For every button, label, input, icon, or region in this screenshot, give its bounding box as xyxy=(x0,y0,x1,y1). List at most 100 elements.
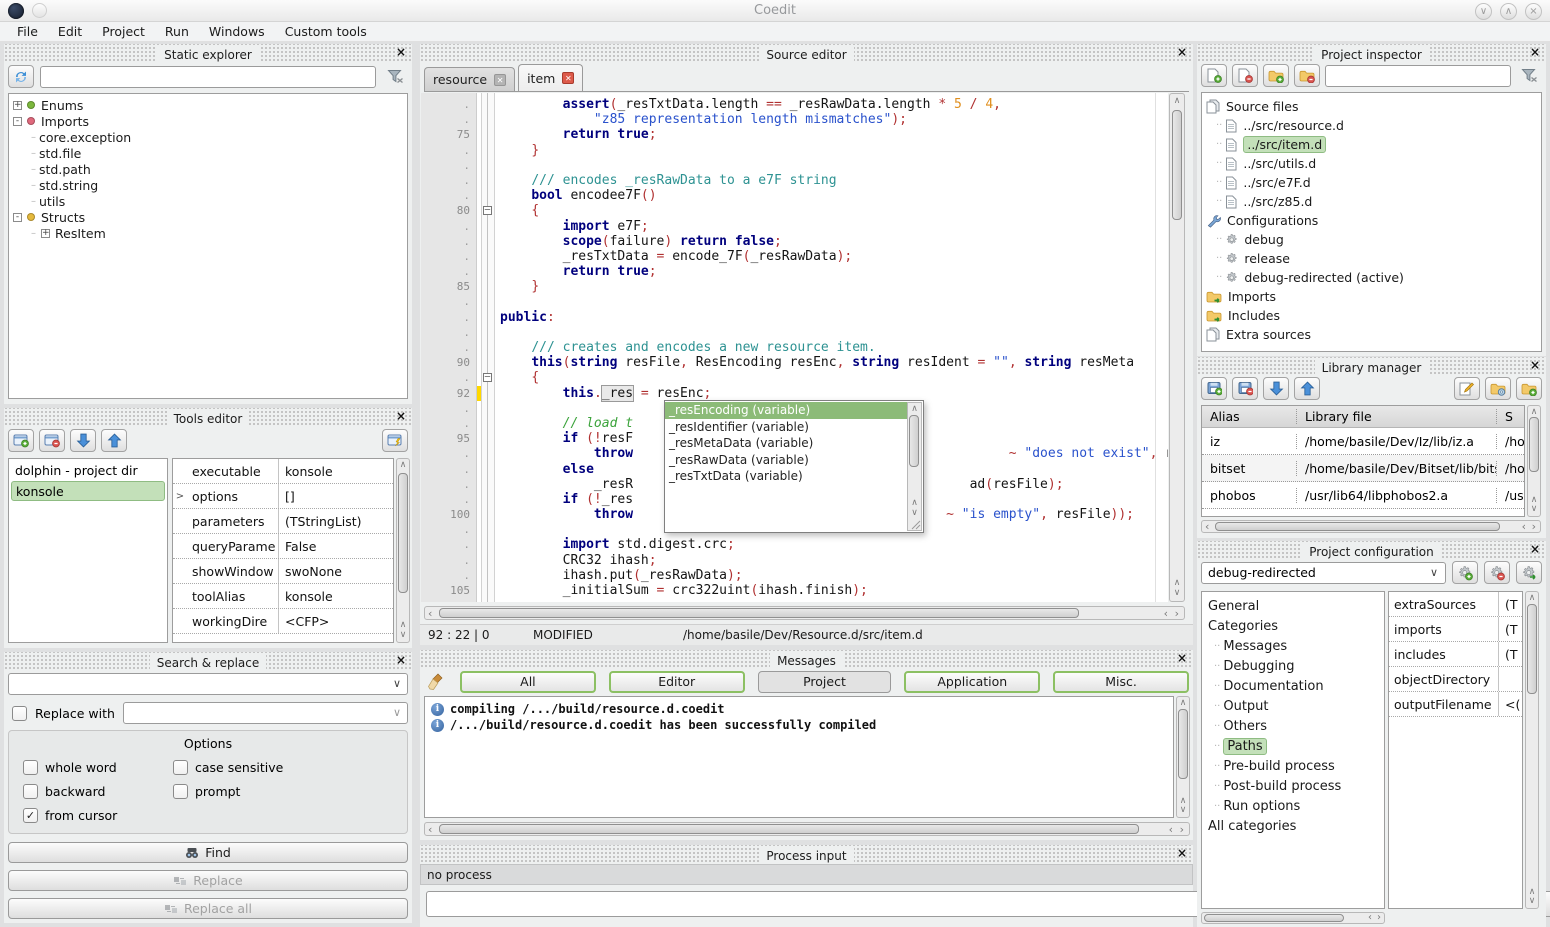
tool-property-row[interactable]: executablekonsole xyxy=(173,459,393,484)
property-value[interactable]: <( xyxy=(1499,697,1522,712)
property-value[interactable]: <CFP> xyxy=(279,614,393,629)
project-tree-item[interactable]: ··../src/z85.d xyxy=(1206,192,1541,211)
completion-item[interactable]: _resIdentifier (variable) xyxy=(665,419,907,436)
library-hscrollbar[interactable]: ‹ ‹› xyxy=(1201,520,1541,533)
close-panel-icon[interactable]: × xyxy=(1530,541,1540,558)
inspector-filter-input[interactable] xyxy=(1325,65,1511,87)
project-tree-item[interactable]: Imports xyxy=(1206,287,1541,306)
project-tree-item[interactable]: Configurations xyxy=(1206,211,1541,230)
tab-item[interactable]: item✕ xyxy=(518,64,583,91)
property-value[interactable]: swoNone xyxy=(279,564,393,579)
tree-item-core-exception[interactable]: –core.exception xyxy=(13,129,407,145)
tab-resource[interactable]: resource✕ xyxy=(424,67,515,91)
filter-button-application[interactable]: Application xyxy=(904,671,1040,693)
messages-hscrollbar[interactable]: ‹ ‹› xyxy=(424,822,1190,836)
configuration-select[interactable]: debug-redirected∨ xyxy=(1201,562,1446,584)
completion-item[interactable]: _resEncoding (variable) xyxy=(665,402,907,419)
project-tree-item[interactable]: Includes xyxy=(1206,306,1541,325)
run-tool-button[interactable] xyxy=(382,429,408,452)
tree-item-imports[interactable]: -Imports xyxy=(13,113,407,129)
library-row[interactable]: bitset/home/basile/Dev/Bitset/lib/bitse/… xyxy=(1202,455,1524,482)
checkbox-icon[interactable] xyxy=(23,784,38,799)
move-library-down-button[interactable] xyxy=(1263,377,1289,400)
option-prompt[interactable]: prompt xyxy=(173,784,407,799)
move-library-up-button[interactable] xyxy=(1294,377,1320,400)
project-tree-item[interactable]: ··../src/utils.d xyxy=(1206,154,1541,173)
menu-edit[interactable]: Edit xyxy=(49,23,91,40)
config-tree-item[interactable]: ··Run options xyxy=(1208,796,1384,816)
property-value[interactable]: False xyxy=(279,539,393,554)
minimize-icon[interactable]: ∨ xyxy=(1475,3,1492,20)
project-tree-item[interactable]: ··release xyxy=(1206,249,1541,268)
editor-hscrollbar[interactable]: ‹ ‹› xyxy=(424,606,1185,620)
close-panel-icon[interactable]: × xyxy=(1177,845,1187,862)
config-tree-item[interactable]: ··Debugging xyxy=(1208,656,1384,676)
config-property-row[interactable]: includes(T xyxy=(1389,642,1522,667)
checkbox-icon[interactable] xyxy=(23,760,38,775)
tools-list-item[interactable]: konsole xyxy=(11,481,165,501)
tree-item-structs[interactable]: -Structs xyxy=(13,209,407,225)
collapse-icon[interactable]: - xyxy=(13,117,22,126)
refresh-button[interactable] xyxy=(8,65,34,88)
config-tree-item[interactable]: General xyxy=(1208,596,1384,616)
remove-configuration-button[interactable] xyxy=(1484,561,1510,584)
edit-library-button[interactable] xyxy=(1454,377,1480,400)
config-vscrollbar[interactable]: ∧ ∧∨ xyxy=(1525,591,1539,909)
option-whole-word[interactable]: whole word xyxy=(23,760,173,775)
remove-library-button[interactable] xyxy=(1232,377,1258,400)
property-value[interactable]: [] xyxy=(279,489,393,504)
close-panel-icon[interactable]: × xyxy=(396,408,406,425)
config-property-row[interactable]: objectDirectory xyxy=(1389,667,1522,692)
menu-file[interactable]: File xyxy=(8,23,47,40)
library-from-project-button[interactable] xyxy=(1485,377,1511,400)
property-value[interactable]: (T xyxy=(1499,622,1522,637)
tool-property-row[interactable]: toolAliaskonsole xyxy=(173,584,393,609)
library-row[interactable]: phobos/usr/lib64/libphobos2.a/us xyxy=(1202,482,1524,509)
project-tree-item[interactable]: ··../src/e7F.d xyxy=(1206,173,1541,192)
move-tool-down-button[interactable] xyxy=(70,429,96,452)
find-button[interactable]: Find xyxy=(8,842,408,863)
clear-filter-button[interactable] xyxy=(382,65,408,88)
config-tree-item[interactable]: ··Documentation xyxy=(1208,676,1384,696)
titlebar-extra-button[interactable] xyxy=(32,3,47,18)
config-property-row[interactable]: imports(T xyxy=(1389,617,1522,642)
completion-item[interactable]: _resRawData (variable) xyxy=(665,452,907,469)
property-value[interactable]: (T xyxy=(1499,647,1522,662)
config-tree-item[interactable]: ··Others xyxy=(1208,716,1384,736)
add-source-button[interactable] xyxy=(1201,64,1227,87)
property-value[interactable]: (TStringList) xyxy=(279,514,393,529)
add-tool-button[interactable] xyxy=(8,429,34,452)
tool-property-row[interactable]: workingDire<CFP> xyxy=(173,609,393,634)
menu-custom-tools[interactable]: Custom tools xyxy=(276,23,376,40)
checkbox-icon[interactable] xyxy=(173,760,188,775)
tool-property-row[interactable]: queryParameFalse xyxy=(173,534,393,559)
config-tree-item[interactable]: Categories xyxy=(1208,616,1384,636)
replace-with-checkbox[interactable] xyxy=(12,706,27,721)
message-line[interactable]: icompiling /.../build/resource.d.coedit xyxy=(431,701,1173,717)
close-icon[interactable]: × xyxy=(1525,3,1542,20)
expand-icon[interactable]: + xyxy=(41,229,50,238)
property-value[interactable]: konsole xyxy=(279,464,393,479)
config-property-row[interactable]: outputFilename<( xyxy=(1389,692,1522,717)
option-from-cursor[interactable]: ✓from cursor xyxy=(23,808,173,823)
config-tree-item[interactable]: ··Paths xyxy=(1208,736,1384,756)
tool-property-row[interactable]: showWindowswoNone xyxy=(173,559,393,584)
tree-item-std-string[interactable]: –std.string xyxy=(13,177,407,193)
checkbox-icon[interactable] xyxy=(173,784,188,799)
activate-configuration-button[interactable] xyxy=(1516,561,1542,584)
option-case-sensitive[interactable]: case sensitive xyxy=(173,760,407,775)
library-vscrollbar[interactable]: ∧ ∧∨ xyxy=(1527,405,1541,517)
messages-vscrollbar[interactable]: ∧ ∧∨ xyxy=(1176,696,1190,818)
app-icon[interactable] xyxy=(8,3,24,19)
remove-tool-button[interactable] xyxy=(39,429,65,452)
message-line[interactable]: i/.../build/resource.d.coedit has been s… xyxy=(431,717,1173,733)
tree-item-utils[interactable]: –utils xyxy=(13,193,407,209)
close-panel-icon[interactable]: × xyxy=(396,44,406,61)
menu-windows[interactable]: Windows xyxy=(200,23,274,40)
close-panel-icon[interactable]: × xyxy=(1530,357,1540,374)
menu-run[interactable]: Run xyxy=(156,23,198,40)
tab-close-icon[interactable]: ✕ xyxy=(562,72,574,84)
close-panel-icon[interactable]: × xyxy=(1177,44,1187,61)
close-panel-icon[interactable]: × xyxy=(1177,650,1187,667)
popup-scrollbar[interactable]: ∧ ∧∨ xyxy=(907,402,922,531)
